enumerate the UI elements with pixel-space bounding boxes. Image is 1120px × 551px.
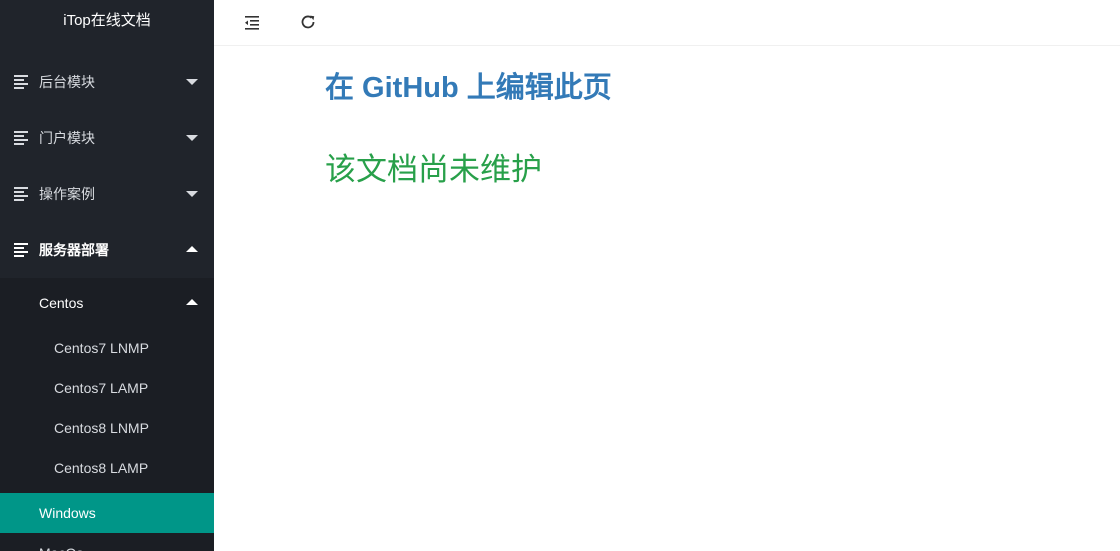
caret-down-icon xyxy=(186,191,198,197)
list-icon xyxy=(14,131,30,145)
submenu-item[interactable]: Centos8 LNMP xyxy=(0,408,214,448)
submenu-header-centos[interactable]: Centos xyxy=(0,278,214,328)
notice-text: 该文档尚未维护 xyxy=(325,152,542,187)
app: iTop在线文档 后台模块 门户模块 操作案例 服务器部署 Centos Cen… xyxy=(0,0,1120,551)
submenu-item-active[interactable]: Windows xyxy=(0,493,214,533)
sidebar-item-backend-module[interactable]: 后台模块 xyxy=(0,54,214,110)
list-icon xyxy=(14,187,30,201)
caret-down-icon xyxy=(186,135,198,141)
sidebar: iTop在线文档 后台模块 门户模块 操作案例 服务器部署 Centos Cen… xyxy=(0,0,214,551)
caret-down-icon xyxy=(186,79,198,85)
caret-up-icon xyxy=(186,246,198,252)
sidebar-item-operation-cases[interactable]: 操作案例 xyxy=(0,166,214,222)
list-icon xyxy=(14,243,30,257)
menu-fold-icon[interactable] xyxy=(242,12,262,32)
edit-on-github-link[interactable]: 在 GitHub 上编辑此页 xyxy=(325,64,612,106)
submenu-header-label: Centos xyxy=(39,295,84,311)
submenu-item[interactable]: MacOs xyxy=(0,533,214,551)
sidebar-item-portal-module[interactable]: 门户模块 xyxy=(0,110,214,166)
caret-up-icon xyxy=(186,299,198,305)
refresh-icon[interactable] xyxy=(298,12,318,32)
sidebar-item-server-deploy[interactable]: 服务器部署 xyxy=(0,222,214,278)
main-content: 在 GitHub 上编辑此页 该文档尚未维护 xyxy=(214,46,1120,551)
list-icon xyxy=(14,75,30,89)
topbar xyxy=(214,0,1120,46)
brand-title[interactable]: iTop在线文档 xyxy=(0,0,214,46)
submenu-item[interactable]: Centos7 LNMP xyxy=(0,328,214,368)
submenu-item[interactable]: Centos8 LAMP xyxy=(0,448,214,488)
submenu: Centos Centos7 LNMP Centos7 LAMP Centos8… xyxy=(0,278,214,551)
submenu-item[interactable]: Centos7 LAMP xyxy=(0,368,214,408)
